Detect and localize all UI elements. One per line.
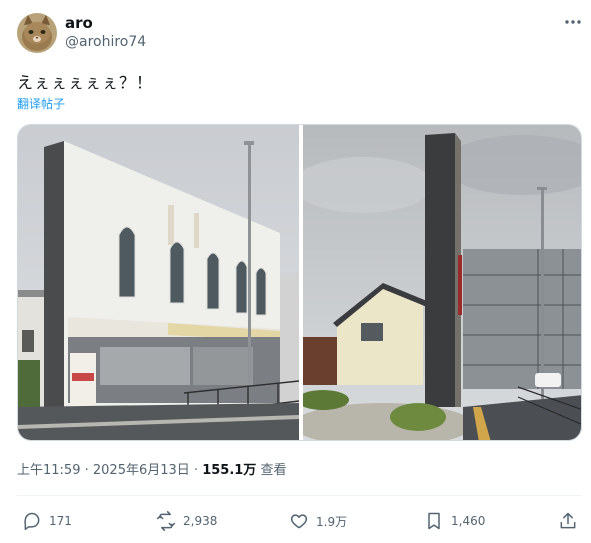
author-handle[interactable]: @arohiro74 bbox=[65, 34, 146, 50]
photo-building-front[interactable] bbox=[18, 125, 299, 441]
retweet-count: 2,938 bbox=[183, 514, 218, 528]
avatar[interactable] bbox=[17, 13, 57, 53]
view-count: 155.1万 bbox=[202, 463, 257, 478]
retweet-button[interactable]: 2,938 bbox=[156, 511, 217, 531]
tweet-date[interactable]: 2025年6月13日 bbox=[93, 463, 190, 478]
more-icon[interactable] bbox=[562, 14, 584, 30]
divider bbox=[17, 495, 581, 496]
like-count: 1.9万 bbox=[316, 514, 348, 529]
reply-icon bbox=[24, 512, 40, 531]
bookmark-count: 1,460 bbox=[451, 514, 486, 528]
bookmark-icon bbox=[428, 512, 440, 530]
reply-button[interactable]: 171 bbox=[22, 511, 72, 531]
share-button[interactable] bbox=[558, 511, 578, 531]
views-label: 查看 bbox=[256, 463, 287, 478]
tweet-text: えぇぇぇぇぇ？！ bbox=[17, 73, 154, 92]
author-name[interactable]: aro bbox=[65, 14, 93, 32]
retweet-icon bbox=[156, 511, 176, 531]
meta-separator: · bbox=[189, 463, 203, 478]
tweet-meta: 上午11:59 · 2025年6月13日 · 155.1万 查看 bbox=[17, 459, 286, 478]
tweet-time[interactable]: 上午11:59 bbox=[17, 463, 80, 478]
translate-link[interactable]: 翻译帖子 bbox=[17, 95, 65, 112]
heart-icon bbox=[290, 514, 308, 529]
meta-separator: · bbox=[80, 463, 93, 478]
reply-count: 171 bbox=[49, 514, 72, 528]
tweet-media[interactable] bbox=[17, 124, 582, 441]
cat-avatar-image bbox=[17, 13, 57, 53]
photo-building-side[interactable] bbox=[303, 125, 582, 441]
like-button[interactable]: 1.9万 bbox=[289, 511, 347, 531]
bookmark-button[interactable]: 1,460 bbox=[424, 511, 485, 531]
share-icon bbox=[560, 512, 576, 529]
